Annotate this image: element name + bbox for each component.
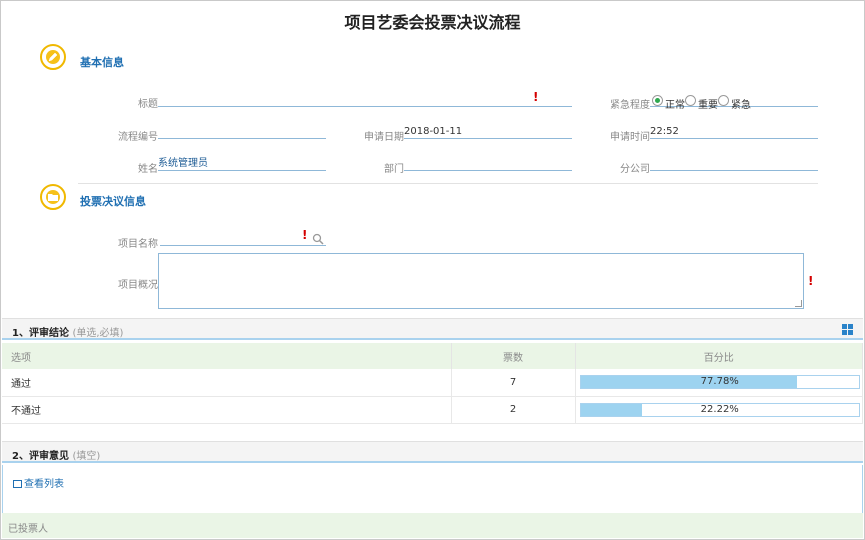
table-header-row: 选项 票数 百分比 — [2, 343, 863, 369]
table-row[interactable]: 通过 7 77.78% — [2, 369, 863, 397]
opinion-title: 2、评审意见 — [12, 451, 69, 462]
list-icon — [13, 480, 22, 488]
dept-label: 部门 — [384, 164, 404, 175]
votes-cell: 7 — [451, 369, 576, 397]
percent-bar: 77.78% — [579, 375, 860, 390]
pencil-icon — [40, 44, 66, 70]
percent-bar: 22.22% — [579, 402, 860, 417]
votes-cell: 2 — [451, 396, 576, 424]
conclusion-title: 1、评审结论 — [12, 328, 69, 339]
flow-no-input[interactable] — [158, 125, 326, 139]
required-mark: ! — [533, 90, 539, 104]
apply-time-label: 申请时间 — [610, 132, 650, 143]
option-cell: 通过 — [2, 369, 452, 397]
urgency-normal-label: 正常 — [665, 100, 685, 111]
project-name-label: 项目名称 — [118, 239, 158, 250]
name-input[interactable]: 系统管理员 — [158, 157, 326, 171]
urgency-radio-urgent[interactable] — [718, 95, 729, 106]
apply-time-input[interactable]: 22:52 — [650, 125, 818, 139]
urgency-important-label: 重要 — [698, 100, 718, 111]
column-header-votes: 票数 — [451, 343, 576, 369]
opinion-box: 查看列表 — [2, 465, 863, 513]
opinion-hint: (填空) — [72, 451, 101, 462]
voted-people-bar: 已投票人 — [2, 513, 863, 538]
percent-cell: 77.78% — [575, 369, 863, 397]
conclusion-hint: (单选,必填) — [72, 328, 124, 339]
opinion-header: 2、评审意见 (填空) — [2, 441, 863, 463]
section-divider — [78, 183, 818, 184]
percent-label: 77.78% — [700, 376, 739, 388]
column-header-option: 选项 — [2, 343, 452, 369]
voted-people-label: 已投票人 — [8, 524, 48, 535]
basic-info-title: 基本信息 — [80, 56, 124, 69]
conclusion-header: 1、评审结论 (单选,必填) — [2, 318, 863, 340]
option-cell: 不通过 — [2, 396, 452, 424]
view-list-link[interactable]: 查看列表 — [13, 475, 64, 490]
required-mark: ! — [808, 274, 814, 288]
urgency-urgent-label: 紧急 — [731, 100, 751, 111]
subject-input[interactable] — [158, 93, 572, 107]
folder-icon — [40, 184, 66, 210]
required-mark: ! — [302, 228, 308, 242]
search-icon[interactable] — [312, 233, 324, 245]
view-list-label: 查看列表 — [24, 479, 64, 490]
subject-label: 标题 — [138, 99, 158, 110]
name-label: 姓名 — [138, 164, 158, 175]
percent-cell: 22.22% — [575, 396, 863, 424]
percent-label: 22.22% — [700, 403, 739, 415]
urgency-label: 紧急程度 — [610, 100, 650, 111]
branch-label: 分公司 — [620, 164, 650, 175]
branch-input[interactable] — [650, 157, 818, 171]
grid-icon[interactable] — [842, 324, 853, 335]
urgency-radio-normal[interactable] — [652, 95, 663, 106]
project-summary-label: 项目概况 — [118, 280, 158, 291]
apply-date-input[interactable]: 2018-01-11 — [404, 125, 572, 139]
urgency-radio-important[interactable] — [685, 95, 696, 106]
resize-grip[interactable] — [795, 300, 802, 307]
vote-result-table: 选项 票数 百分比 通过 7 77.78% 不通过 2 22.22% — [2, 343, 863, 424]
apply-date-label: 申请日期 — [364, 132, 404, 143]
dept-input[interactable] — [404, 157, 572, 171]
table-row[interactable]: 不通过 2 22.22% — [2, 396, 863, 424]
page-title: 项目艺委会投票决议流程 — [344, 13, 521, 32]
project-summary-textarea[interactable] — [158, 253, 804, 309]
flow-no-label: 流程编号 — [118, 132, 158, 143]
column-header-percent: 百分比 — [575, 343, 863, 369]
vote-info-title: 投票决议信息 — [80, 195, 146, 208]
